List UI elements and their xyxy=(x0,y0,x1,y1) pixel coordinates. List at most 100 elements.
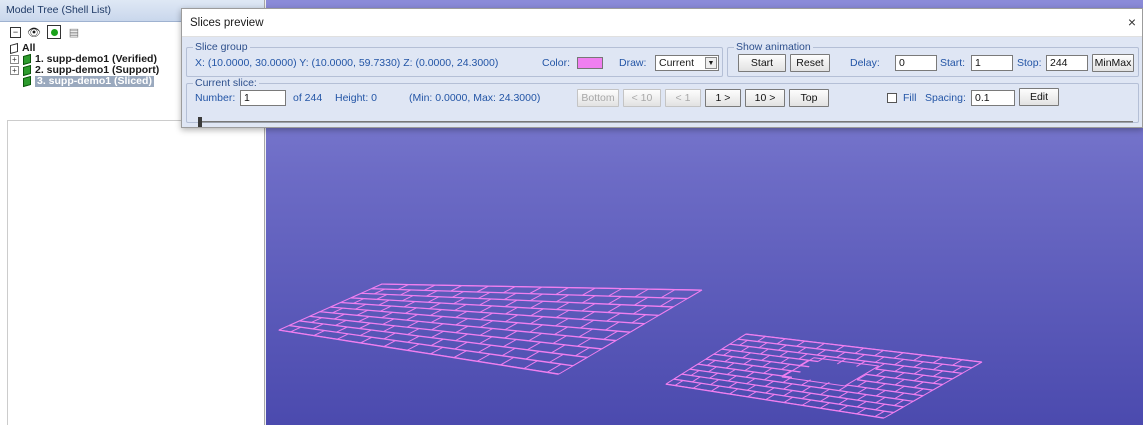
edit-button[interactable]: Edit xyxy=(1019,88,1059,106)
stop-field[interactable]: 244 xyxy=(1046,55,1088,71)
slice-right-brick-line xyxy=(933,377,944,384)
slice-right-row-line xyxy=(865,360,885,365)
slice-left-brick-line xyxy=(311,317,323,323)
slice-group-coords: X: (10.0000, 30.0000) Y: (10.0000, 59.73… xyxy=(195,57,499,69)
slice-right-brick-line xyxy=(708,366,718,373)
draw-select[interactable]: Current ▼ xyxy=(655,55,719,71)
expand-icon[interactable]: + xyxy=(10,66,19,75)
slice-left-brick-line xyxy=(555,287,569,295)
bottom-button[interactable]: Bottom xyxy=(577,89,619,107)
slice-right-brick-line xyxy=(692,382,702,389)
slice-left-brick-line xyxy=(378,299,390,306)
slice-left-brick-line xyxy=(312,323,324,330)
top-button[interactable]: Top xyxy=(789,89,829,107)
slice-slider-track[interactable] xyxy=(198,121,1133,123)
slice-left-brick-line xyxy=(479,327,494,336)
slice-right-brick-line xyxy=(779,350,789,357)
slice-right-row-line xyxy=(700,376,719,381)
slice-left-brick-line xyxy=(582,287,596,296)
slice-left-brick-line xyxy=(454,303,467,311)
slice-left-row-line xyxy=(393,318,419,322)
slice-left-brick-line xyxy=(407,335,420,343)
animation-group: Show animation Start Reset Delay: 0 Star… xyxy=(727,41,1139,77)
slice-left-brick-line xyxy=(383,332,396,340)
slice-right-brick-line xyxy=(857,373,867,381)
slice-group-title: Slice group xyxy=(193,41,250,53)
dialog-title: Slices preview xyxy=(182,9,1142,37)
minus-10-button[interactable]: < 10 xyxy=(623,89,661,107)
slice-left-brick-line xyxy=(603,330,619,340)
minus-1-button[interactable]: < 1 xyxy=(665,89,701,107)
tree-item-label: All xyxy=(22,42,36,54)
slice-right-brick-line xyxy=(709,372,719,379)
slice-left-brick-line xyxy=(552,335,568,344)
slice-right-brick-line xyxy=(776,338,786,345)
animation-start-button[interactable]: Start xyxy=(738,54,786,72)
slice-left-brick-line xyxy=(480,320,494,328)
slice-left-row-line xyxy=(467,325,493,330)
spacing-field[interactable]: 0.1 xyxy=(971,90,1015,106)
slice-right-brick-line xyxy=(856,400,867,408)
slice-right-brick-line xyxy=(723,349,732,356)
green-dot-icon[interactable] xyxy=(47,25,61,39)
slice-right-row-line xyxy=(942,370,963,374)
collapse-icon[interactable]: − xyxy=(10,26,21,38)
expand-icon[interactable]: + xyxy=(10,55,19,64)
slice-left-brick-line xyxy=(290,326,302,333)
slice-right-brick-line xyxy=(816,349,827,356)
plus-10-button[interactable]: 10 > xyxy=(745,89,785,107)
slice-left-brick-line xyxy=(503,286,516,294)
slice-right-brick-line xyxy=(692,376,701,383)
slice-left-brick-line xyxy=(555,317,570,327)
shell-icon xyxy=(10,42,18,55)
slice-right-brick-line xyxy=(913,381,924,388)
slice-right-brick-line xyxy=(857,394,868,401)
slice-right-brick-line xyxy=(857,387,868,394)
slice-right-brick-line xyxy=(854,347,865,354)
chevron-down-icon[interactable]: ▼ xyxy=(705,57,717,69)
start-field[interactable]: 1 xyxy=(971,55,1013,71)
layers-icon[interactable]: ▤ xyxy=(67,25,81,39)
eye-icon[interactable]: 👁 xyxy=(27,25,41,39)
plus-1-button[interactable]: 1 > xyxy=(705,89,741,107)
slice-left-brick-line xyxy=(504,299,518,307)
slice-left-brick-line xyxy=(505,314,519,323)
slice-left-brick-line xyxy=(634,288,649,298)
slice-right-brick-line xyxy=(820,402,830,409)
slice-left-row-line xyxy=(515,347,540,352)
slice-right-row-line xyxy=(770,361,790,365)
slice-right-brick-line xyxy=(838,391,849,398)
slice-left-brick-line xyxy=(407,327,420,335)
slice-right-brick-line xyxy=(875,376,886,383)
close-icon[interactable]: × xyxy=(1128,14,1136,30)
slice-left-brick-line xyxy=(430,309,443,316)
slice-left-brick-line xyxy=(405,307,418,314)
slice-left-row-line xyxy=(371,329,396,334)
slice-left-brick-line xyxy=(356,309,369,316)
slice-left-row-line xyxy=(360,292,387,296)
slice-right-row-line xyxy=(866,387,886,392)
slice-left-brick-line xyxy=(480,312,494,320)
slice-left-brick-line xyxy=(605,321,620,331)
slice-left-row-line xyxy=(412,295,439,298)
number-field[interactable]: 1 xyxy=(240,90,286,106)
slice-right-brick-line xyxy=(855,354,866,361)
slice-right-brick-line xyxy=(764,380,775,387)
slice-left-brick-line xyxy=(374,288,386,295)
color-swatch[interactable] xyxy=(577,57,603,69)
slice-right-row-line xyxy=(768,348,788,353)
slice-slider-thumb[interactable] xyxy=(198,117,202,127)
slice-left-brick-line xyxy=(479,305,493,313)
delay-field[interactable]: 0 xyxy=(895,55,937,71)
slice-right-row-line xyxy=(829,395,848,400)
slice-right-brick-line xyxy=(894,365,905,372)
fill-checkbox[interactable] xyxy=(887,93,897,103)
slice-left-row-line xyxy=(443,323,468,327)
slice-right-brick-line xyxy=(724,356,734,363)
slice-right-row-line xyxy=(866,401,885,405)
slice-left-brick-line xyxy=(479,298,492,306)
minmax-button[interactable]: MinMax xyxy=(1092,54,1134,72)
slice-right-brick-line xyxy=(801,392,812,399)
animation-reset-button[interactable]: Reset xyxy=(790,54,830,72)
slice-right-brick-line xyxy=(874,356,885,363)
